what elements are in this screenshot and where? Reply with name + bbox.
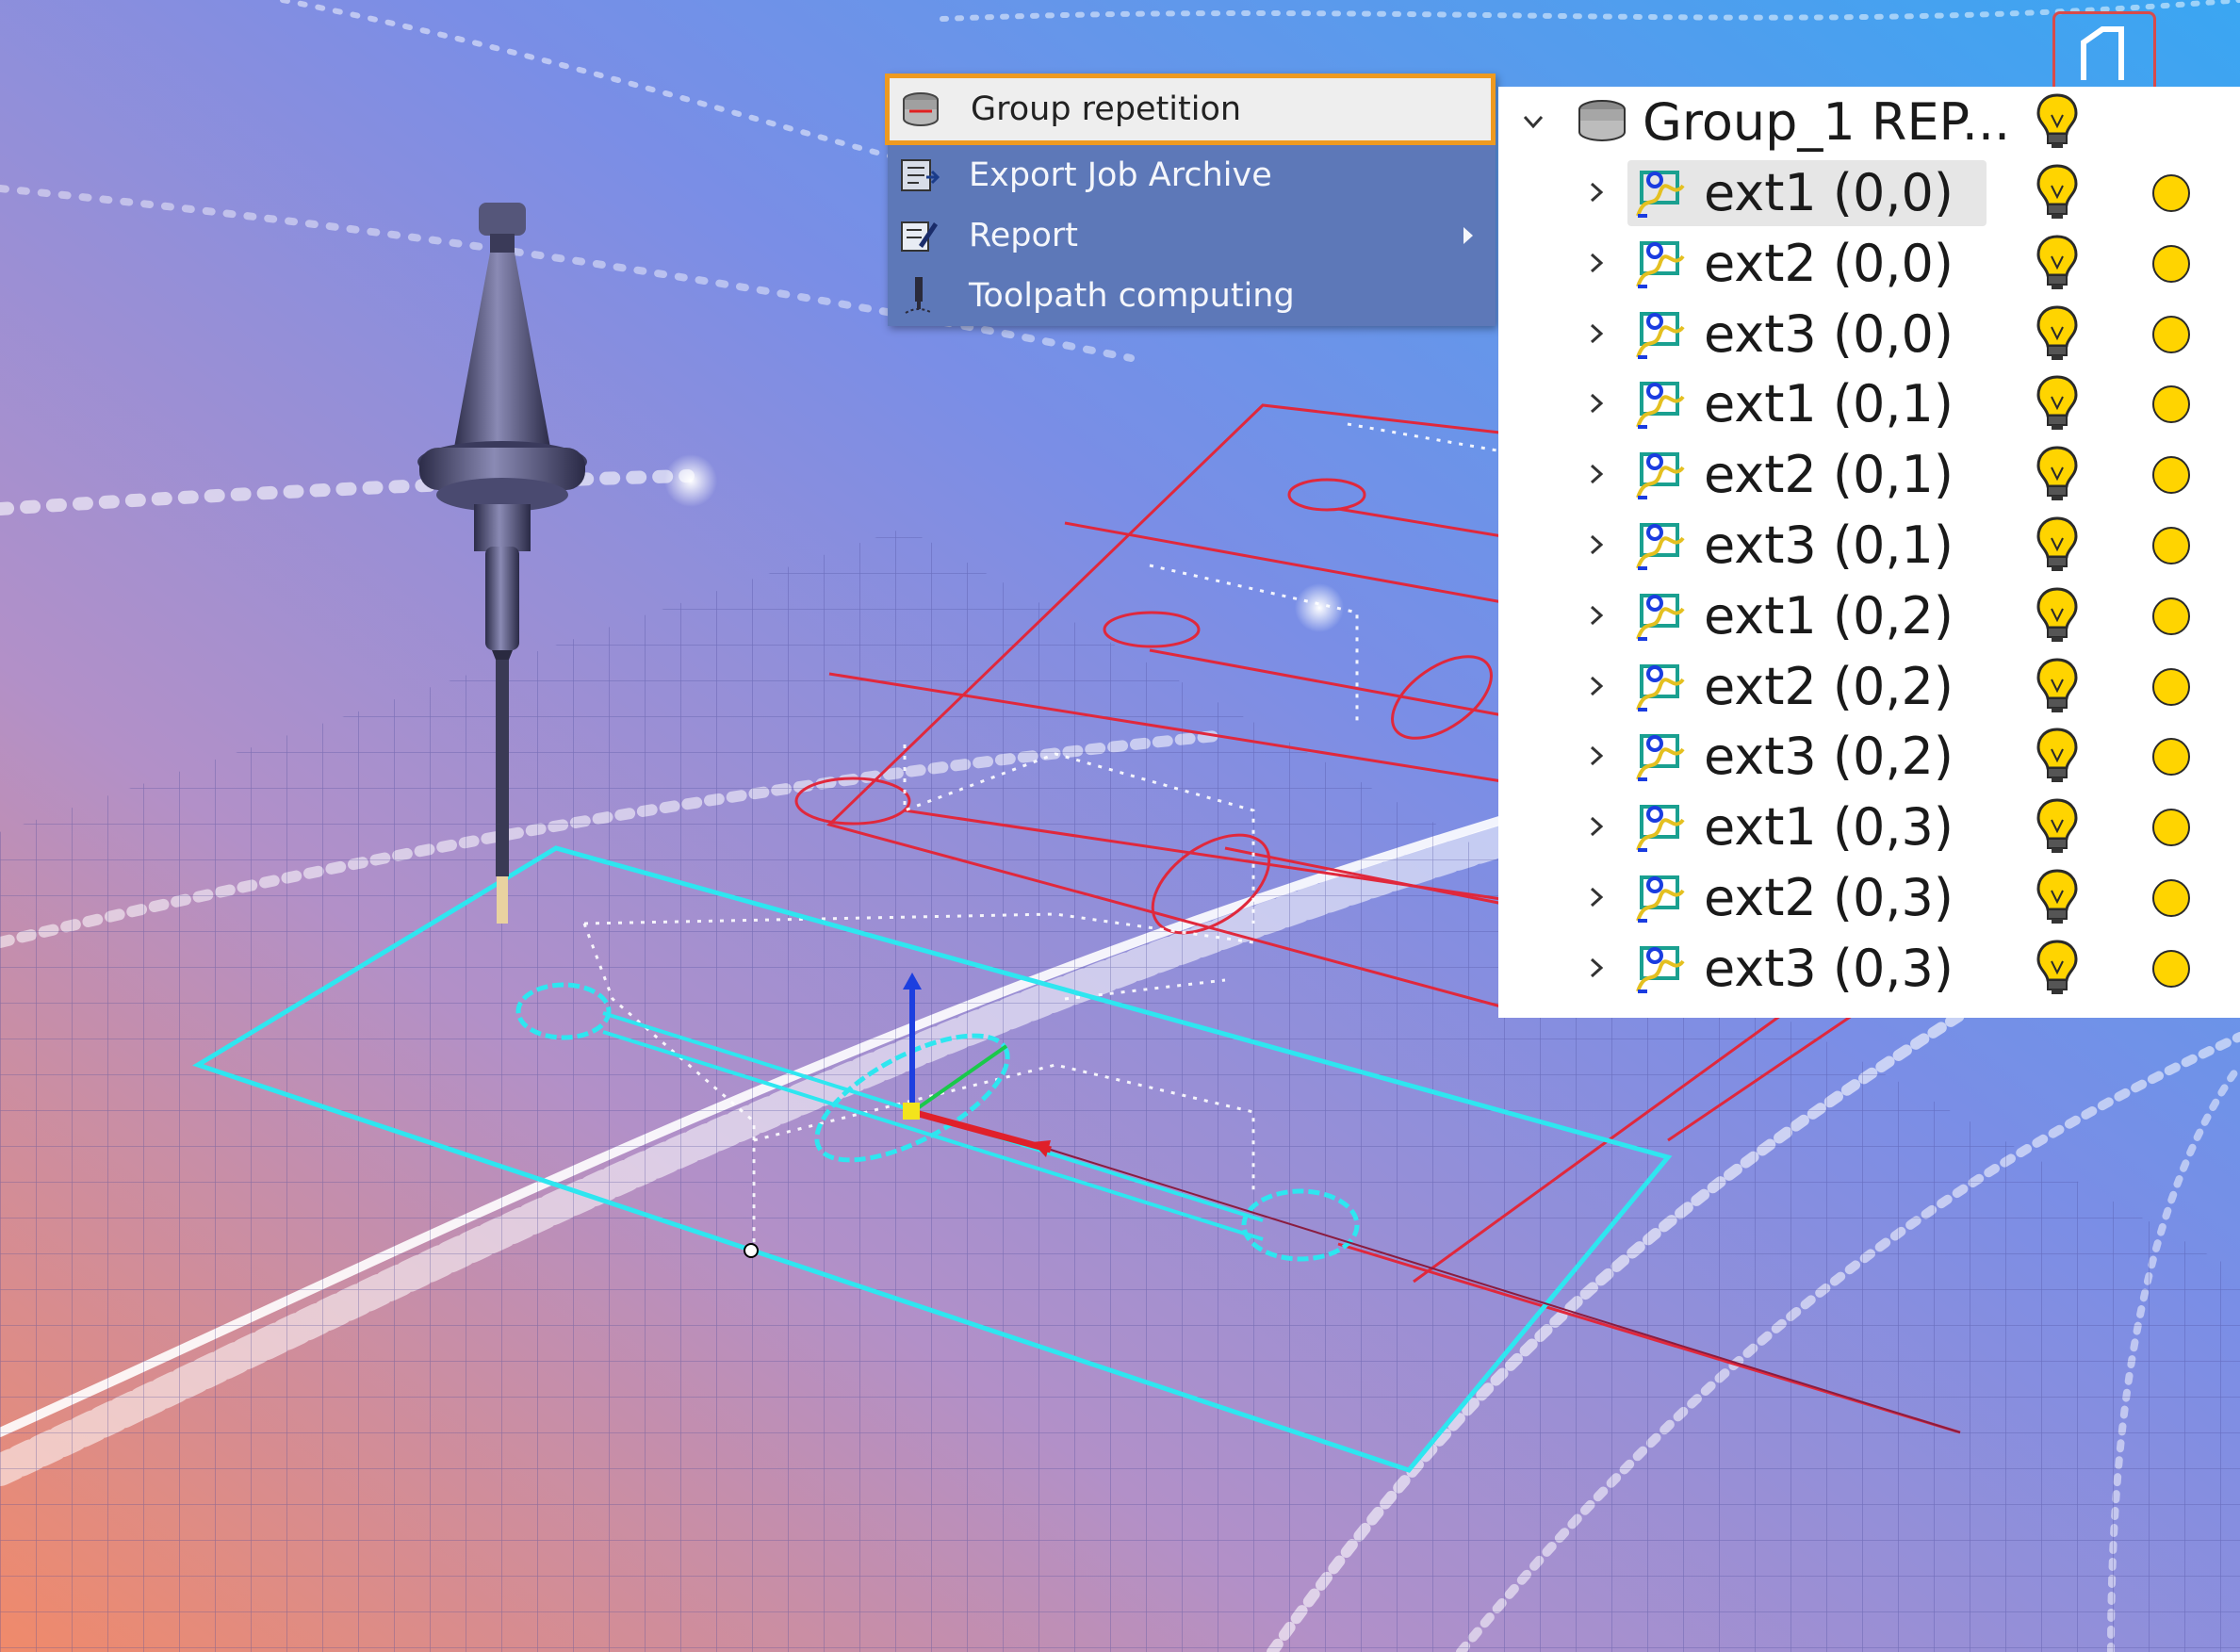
tree-item[interactable]: ext1 (0,3) — [1498, 792, 2240, 862]
visibility-bulb-icon[interactable] — [2036, 727, 2079, 785]
status-dot-icon — [2152, 809, 2190, 847]
tool-origin-marker — [744, 1243, 759, 1258]
tree-item-label: ext3 (0,3) — [1704, 938, 1954, 998]
visibility-bulb-icon[interactable] — [2036, 163, 2079, 221]
tree-item-label: ext2 (0,1) — [1704, 445, 1954, 505]
tree-item-label: ext2 (0,2) — [1704, 656, 1954, 716]
status-dot-icon — [2152, 527, 2190, 564]
menu-item-label: Export Job Archive — [969, 156, 1272, 194]
status-dot-icon — [2152, 456, 2190, 495]
tree-item-label: ext3 (0,2) — [1704, 727, 1954, 787]
menu-item-group-repetition[interactable]: Group repetition — [885, 74, 1496, 145]
contour-operation-icon — [1632, 376, 1689, 433]
tree-item[interactable]: ext1 (0,0) — [1498, 157, 2240, 228]
chevron-right-icon[interactable] — [1581, 178, 1610, 206]
context-menu: Group repetition Export Job Archive Repo… — [885, 74, 1496, 326]
tree-item-label: ext1 (0,3) — [1704, 797, 1954, 858]
chevron-right-icon[interactable] — [1581, 531, 1610, 559]
light-spot — [1295, 583, 1344, 632]
tree-item[interactable]: ext3 (0,3) — [1498, 933, 2240, 1004]
contour-operation-icon — [1632, 165, 1689, 221]
menu-item-report[interactable]: Report — [888, 205, 1496, 266]
contour-operation-icon — [1632, 799, 1689, 856]
tree-item-label: ext3 (0,1) — [1704, 515, 1954, 575]
visibility-bulb-icon[interactable] — [2036, 868, 2079, 926]
status-dot-icon — [2152, 385, 2190, 424]
chevron-right-icon[interactable] — [1581, 954, 1610, 982]
chevron-right-icon[interactable] — [1581, 742, 1610, 770]
status-dot-icon — [2152, 597, 2190, 635]
tree-item-label: ext2 (0,3) — [1704, 868, 1954, 927]
chevron-right-icon[interactable] — [1581, 249, 1610, 277]
contour-operation-icon — [1632, 870, 1689, 926]
status-dot-icon — [2152, 667, 2190, 706]
menu-item-label: Group repetition — [971, 90, 1242, 128]
submenu-arrow-icon — [1463, 227, 1473, 244]
chevron-right-icon[interactable] — [1581, 460, 1610, 488]
status-dot-icon — [2152, 174, 2190, 212]
contour-operation-icon — [1632, 659, 1689, 715]
menu-item-label: Toolpath computing — [969, 277, 1295, 315]
tree-group-label: Group_1 REP... — [1643, 92, 2011, 152]
status-dot-icon — [2152, 949, 2190, 988]
chevron-right-icon[interactable] — [1581, 601, 1610, 630]
tree-item[interactable]: ext1 (0,2) — [1498, 581, 2240, 651]
chevron-right-icon[interactable] — [1581, 389, 1610, 417]
document-icon — [2081, 26, 2124, 80]
tree-item[interactable]: ext2 (0,1) — [1498, 439, 2240, 510]
tree-item[interactable]: ext2 (0,3) — [1498, 862, 2240, 933]
operations-tree-panel: Group_1 REP... ext1 (0,0) ext2 (0,0) ext3 … — [1498, 87, 2240, 1018]
tree-item[interactable]: ext3 (0,0) — [1498, 299, 2240, 369]
tree-item-label: ext3 (0,0) — [1704, 303, 1954, 364]
contour-operation-icon — [1632, 306, 1689, 363]
visibility-bulb-icon[interactable] — [2036, 515, 2079, 574]
tree-item[interactable]: ext2 (0,2) — [1498, 651, 2240, 722]
visibility-bulb-icon[interactable] — [2036, 939, 2079, 997]
visibility-bulb-icon[interactable] — [2036, 445, 2079, 503]
tree-item-label: ext1 (0,0) — [1704, 163, 1954, 222]
contour-operation-icon — [1632, 236, 1689, 292]
status-dot-icon — [2152, 244, 2190, 283]
chevron-down-icon[interactable] — [1519, 107, 1547, 136]
chevron-right-icon[interactable] — [1581, 672, 1610, 700]
chevron-right-icon[interactable] — [1581, 319, 1610, 348]
tree-item[interactable]: ext1 (0,1) — [1498, 368, 2240, 439]
status-dot-icon — [2152, 738, 2190, 777]
export-archive-icon — [895, 152, 942, 199]
status-dot-icon — [2152, 879, 2190, 917]
menu-item-export-job-archive[interactable]: Export Job Archive — [888, 145, 1496, 205]
menu-item-toolpath-computing[interactable]: Toolpath computing — [888, 266, 1496, 326]
contour-operation-icon — [1632, 447, 1689, 503]
contour-operation-icon — [1632, 588, 1689, 645]
tree-item[interactable]: ext2 (0,0) — [1498, 228, 2240, 299]
contour-operation-icon — [1632, 940, 1689, 997]
chevron-right-icon[interactable] — [1581, 883, 1610, 911]
visibility-bulb-icon[interactable] — [2036, 374, 2079, 433]
visibility-bulb-icon[interactable] — [2036, 586, 2079, 645]
group-repetition-icon — [897, 86, 944, 133]
tree-item[interactable]: ext3 (0,1) — [1498, 510, 2240, 581]
tree-group-row[interactable]: Group_1 REP... — [1498, 87, 2240, 157]
tree-item-label: ext2 (0,0) — [1704, 233, 1954, 293]
menu-item-label: Report — [969, 217, 1079, 254]
tree-item-label: ext1 (0,1) — [1704, 374, 1954, 434]
chevron-right-icon[interactable] — [1581, 812, 1610, 841]
report-icon — [895, 212, 942, 259]
status-dot-icon — [2152, 315, 2190, 353]
light-spot — [664, 454, 717, 507]
visibility-bulb-icon[interactable] — [2036, 797, 2079, 856]
visibility-bulb-icon[interactable] — [2036, 92, 2079, 151]
contour-operation-icon — [1632, 728, 1689, 785]
tree-item[interactable]: ext3 (0,2) — [1498, 721, 2240, 792]
visibility-bulb-icon[interactable] — [2036, 304, 2079, 363]
tree-item-label: ext1 (0,2) — [1704, 585, 1954, 646]
contour-operation-icon — [1632, 517, 1689, 574]
group-stack-icon — [1574, 94, 1630, 151]
visibility-bulb-icon[interactable] — [2036, 234, 2079, 292]
visibility-bulb-icon[interactable] — [2036, 657, 2079, 715]
toolpath-icon — [895, 272, 942, 319]
corner-toolbar-button[interactable] — [2052, 11, 2156, 87]
